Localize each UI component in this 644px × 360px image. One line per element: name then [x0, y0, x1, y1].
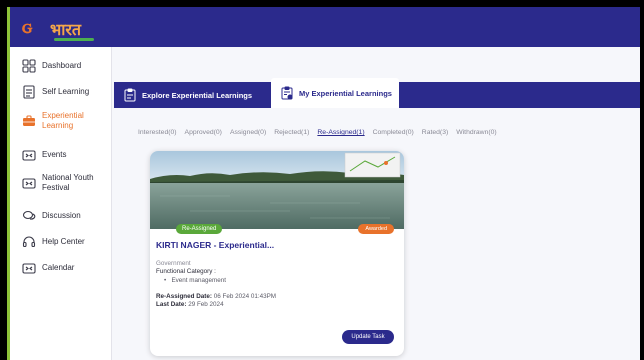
headset-icon	[22, 235, 36, 249]
logo-mark: ꮐ	[22, 14, 33, 38]
logo-swoosh	[54, 38, 94, 41]
update-task-button[interactable]: Update Task	[342, 330, 394, 344]
sidebar-item-discussion[interactable]: Discussion	[22, 209, 81, 223]
calendar-icon	[22, 261, 36, 275]
festival-icon	[22, 176, 36, 190]
filter-re-assigned[interactable]: Re-Assigned(1)	[317, 129, 364, 136]
status-filter-bar: Interested(0) Approved(0) Assigned(0) Re…	[138, 129, 497, 136]
tab-my-experiential-learnings[interactable]: My Experiential Learnings	[271, 78, 399, 108]
sidebar: Dashboard Self Learning Experiential Lea…	[10, 47, 112, 360]
card-lake-image	[150, 151, 404, 229]
sidebar-item-label: Self Learning	[42, 87, 90, 96]
sidebar-item-label: National Youth Festival	[42, 173, 94, 192]
category-value-text: Event management	[171, 277, 227, 284]
filter-interested[interactable]: Interested(0)	[138, 129, 177, 136]
clipboard-user-icon	[281, 86, 293, 100]
sidebar-item-label: Calendar	[42, 263, 75, 272]
my-bharat-logo[interactable]: ꮐ भारत	[20, 12, 110, 44]
dashboard-grid-icon	[22, 59, 36, 73]
sidebar-item-label: Events	[42, 150, 67, 159]
app-window: ꮐ भारत Dashboard Self Learning Experient…	[7, 7, 640, 360]
filter-withdrawn[interactable]: Withdrawn(0)	[456, 129, 496, 136]
sidebar-item-label: Help Center	[42, 237, 85, 246]
main-content: Explore Experiential Learnings My Experi…	[112, 47, 640, 360]
reassigned-date-label: Re-Assigned Date:	[156, 293, 212, 300]
reassigned-date-value: 06 Feb 2024 01:43PM	[213, 293, 277, 300]
organization-type: Government	[156, 260, 191, 267]
tab-label: Explore Experiential Learnings	[142, 90, 253, 100]
clipboard-icon	[124, 88, 136, 102]
filter-rejected[interactable]: Rejected(1)	[274, 129, 309, 136]
sidebar-item-dashboard[interactable]: Dashboard	[22, 59, 81, 73]
briefcase-icon	[22, 114, 36, 128]
discussion-bubbles-icon	[22, 209, 36, 223]
top-header-bar: ꮐ भारत	[10, 7, 640, 47]
tab-explore-experiential-learnings[interactable]: Explore Experiential Learnings	[114, 82, 269, 108]
sidebar-item-national-youth-festival[interactable]: National Youth Festival	[22, 173, 97, 193]
sidebar-item-label: Dashboard	[42, 61, 82, 70]
tab-label: My Experiential Learnings	[299, 88, 392, 98]
award-badge: Awarded	[358, 224, 394, 234]
status-badge: Re-Assigned	[176, 224, 223, 234]
tab-bar: Explore Experiential Learnings My Experi…	[114, 78, 640, 108]
category-label: Functional Category :	[156, 268, 216, 275]
filter-completed[interactable]: Completed(0)	[373, 129, 414, 136]
document-list-icon	[22, 85, 36, 99]
sidebar-item-calendar[interactable]: Calendar	[22, 261, 74, 275]
experiential-learning-card[interactable]: Re-Assigned Awarded KIRTI NAGER - Experi…	[150, 151, 404, 356]
sidebar-item-help-center[interactable]: Help Center	[22, 235, 85, 249]
reassigned-date: Re-Assigned Date: 06 Feb 2024 01:43PM	[156, 293, 276, 300]
last-date-label: Last Date:	[156, 301, 187, 308]
filter-rated[interactable]: Rated(3)	[422, 129, 448, 136]
sidebar-item-label: Experiential Learning	[42, 111, 84, 130]
category-value: • Event management	[164, 277, 227, 284]
sidebar-item-self-learning[interactable]: Self Learning	[22, 85, 89, 99]
sidebar-item-events[interactable]: Events	[22, 148, 66, 162]
filter-approved[interactable]: Approved(0)	[185, 129, 222, 136]
filter-assigned[interactable]: Assigned(0)	[230, 129, 266, 136]
card-title[interactable]: KIRTI NAGER - Experiential...	[156, 240, 274, 250]
sidebar-item-experiential-learning[interactable]: Experiential Learning	[22, 111, 102, 131]
last-date-value: 29 Feb 2024	[188, 301, 224, 308]
sidebar-item-label: Discussion	[42, 211, 81, 220]
last-date: Last Date: 29 Feb 2024	[156, 301, 224, 308]
logo-text: भारत	[50, 20, 82, 39]
events-icon	[22, 148, 36, 162]
